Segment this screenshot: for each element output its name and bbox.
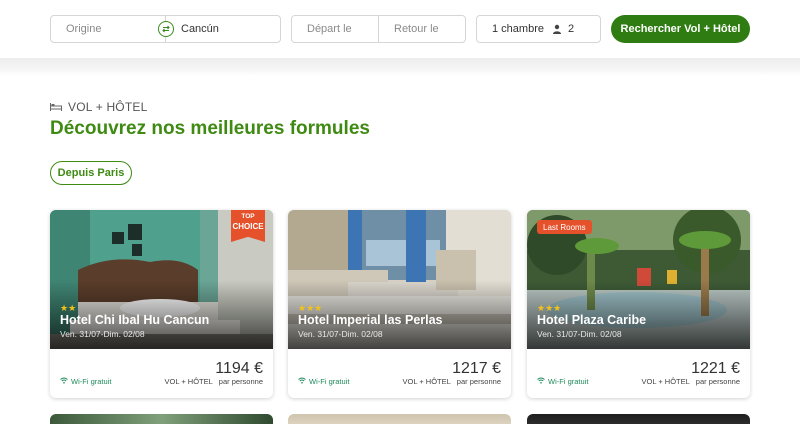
wifi-icon <box>60 377 68 386</box>
price: 1221 € <box>691 360 740 377</box>
swap-icon[interactable] <box>158 21 174 37</box>
wifi-label: Wi-Fi gratuit <box>71 377 112 386</box>
formula-info: VOL + HÔTEL par personne <box>636 377 740 386</box>
formula-info: VOL + HÔTEL par personne <box>397 377 501 386</box>
price: 1217 € <box>452 360 501 377</box>
stay-dates: Ven. 31/07-Dim. 02/08 <box>60 329 145 339</box>
header-divider <box>0 58 800 76</box>
badge-line-1: TOP <box>241 213 255 220</box>
wifi-amenity: Wi-Fi gratuit <box>298 377 349 386</box>
formula-label: VOL + HÔTEL <box>641 377 690 386</box>
per-person-label: par personne <box>218 377 263 386</box>
per-person-label: par personne <box>456 377 501 386</box>
search-button[interactable]: Rechercher Vol + Hôtel <box>611 15 750 43</box>
guests-count: 2 <box>567 23 575 35</box>
wifi-amenity: Wi-Fi gratuit <box>60 377 111 386</box>
from-city-filter[interactable]: Depuis Paris <box>50 161 132 185</box>
route-fields: Origine Cancún <box>50 15 281 43</box>
depart-date-field[interactable]: Départ le <box>292 16 379 42</box>
hotel-name[interactable]: Hotel Plaza Caribe <box>537 313 646 327</box>
hotel-card-partial[interactable] <box>288 414 511 424</box>
hotel-name[interactable]: Hotel Imperial las Perlas <box>298 313 443 327</box>
wifi-label: Wi-Fi gratuit <box>309 377 350 386</box>
person-icon <box>552 24 562 34</box>
wifi-icon <box>298 377 306 386</box>
hotel-card[interactable]: ★★★ Hotel Imperial las Perlas Ven. 31/07… <box>288 210 511 398</box>
formula-label: VOL + HÔTEL <box>402 377 451 386</box>
hotel-card[interactable]: Last Rooms ★★★ Hotel Plaza Caribe Ven. 3… <box>527 210 750 398</box>
return-date-field[interactable]: Retour le <box>379 16 439 42</box>
last-rooms-badge: Last Rooms <box>537 220 592 234</box>
badge-line-2: CHOICE <box>232 221 264 231</box>
rooms-label: 1 chambre <box>492 23 544 35</box>
wifi-amenity: Wi-Fi gratuit <box>537 377 588 386</box>
stay-dates: Ven. 31/07-Dim. 02/08 <box>537 329 622 339</box>
date-fields: Départ le Retour le <box>291 15 466 43</box>
hotel-card-partial[interactable] <box>527 414 750 424</box>
formula-label: VOL + HÔTEL <box>164 377 213 386</box>
hotel-name[interactable]: Hotel Chi Ibal Hu Cancun <box>60 313 209 327</box>
wifi-icon <box>537 377 545 386</box>
price: 1194 € <box>215 360 263 377</box>
hotel-card-partial[interactable] <box>50 414 273 424</box>
section-title: Découvrez nos meilleures formules <box>50 118 370 139</box>
search-bar: Origine Cancún Départ le Retour le 1 cha… <box>0 0 800 58</box>
origin-field[interactable]: Origine <box>51 16 166 42</box>
section-tag: VOL + HÔTEL <box>50 100 147 114</box>
rooms-guests-content: 1 chambre 2 <box>477 16 574 42</box>
hotel-card[interactable]: TOP CHOICE ★★ Hotel Chi Ibal Hu Cancun V… <box>50 210 273 398</box>
stay-dates: Ven. 31/07-Dim. 02/08 <box>298 329 383 339</box>
wifi-label: Wi-Fi gratuit <box>548 377 589 386</box>
section-tag-label: VOL + HÔTEL <box>68 100 148 114</box>
formula-info: VOL + HÔTEL par personne <box>159 377 263 386</box>
rooms-guests-field[interactable]: 1 chambre 2 <box>476 15 601 43</box>
bed-icon <box>50 100 62 114</box>
per-person-label: par personne <box>695 377 740 386</box>
